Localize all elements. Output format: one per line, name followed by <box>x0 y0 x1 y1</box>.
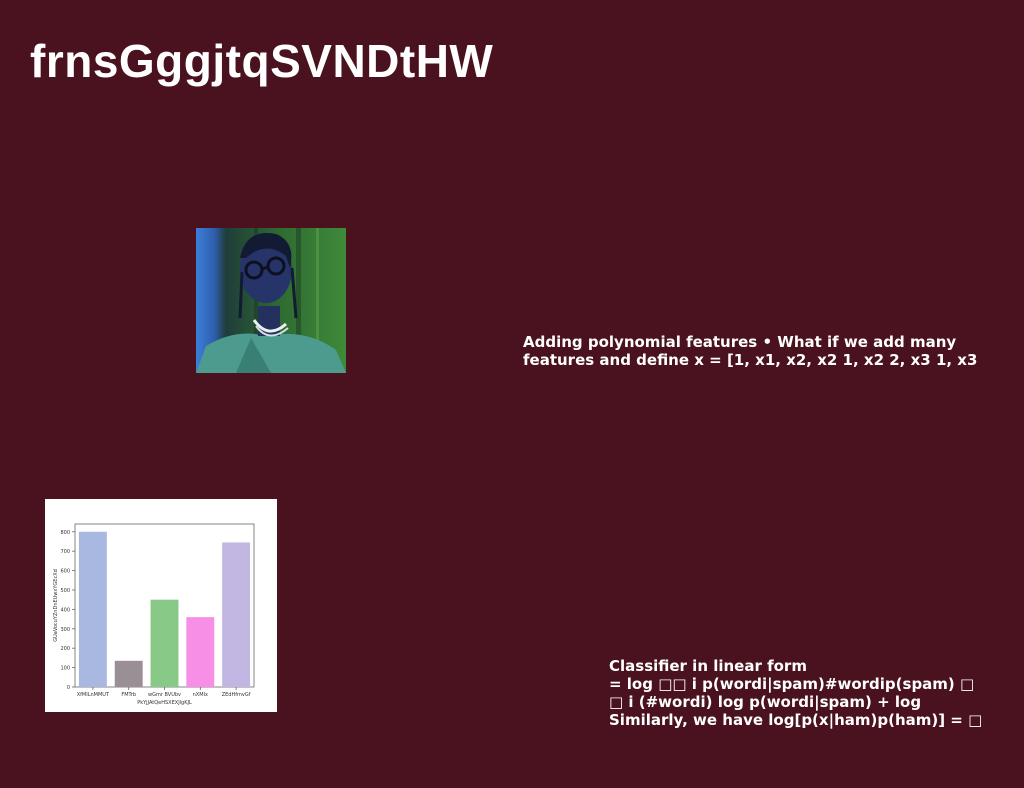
text-block-classifier: Classifier in linear form = log □□ i p(w… <box>609 657 982 729</box>
bar <box>186 617 215 687</box>
x-tick-label: FMTrb <box>121 692 136 698</box>
y-tick-label: 100 <box>60 666 70 672</box>
y-axis-label: GUaVocuYZnDnEUwxYGEcXd <box>53 569 59 642</box>
text-line: features and define x = [1, x1, x2, x2 1… <box>523 351 978 369</box>
y-tick-label: 400 <box>60 607 70 613</box>
x-tick-label: XfMILnMMUT <box>77 692 110 698</box>
bar <box>78 531 107 687</box>
x-tick-label: ZEdHfmvGf <box>222 692 251 698</box>
bar <box>114 660 143 687</box>
x-axis-label: PkYjJAtQeHSXEXJlgKJL <box>137 700 192 706</box>
bar-chart: 0 100 200 300 400 500 600 700 800 XfMILnMMUT FMTrb… <box>45 499 277 712</box>
bar <box>150 599 179 687</box>
y-tick-label: 500 <box>60 588 70 594</box>
x-tick-label: nXMIx <box>193 692 208 698</box>
x-tick-label: wGmr BVUbv <box>148 692 181 698</box>
slide-title: frnsGggjtqSVNDtHW <box>30 35 494 87</box>
portrait-photo <box>196 228 346 373</box>
y-tick-label: 200 <box>60 646 70 652</box>
text-line: = log □□ i p(wordi|spam)#wordip(spam) □ <box>609 675 975 693</box>
y-tick-label: 300 <box>60 627 70 633</box>
y-tick-label: 800 <box>60 530 70 536</box>
y-tick-label: 700 <box>60 549 70 555</box>
text-line: □ i (#wordi) log p(wordi|spam) + log <box>609 693 922 711</box>
text-line: Adding polynomial features • What if we … <box>523 333 957 351</box>
y-tick-label: 0 <box>67 685 70 691</box>
text-line: Classifier in linear form <box>609 657 807 675</box>
text-line: Similarly, we have log[p(x|ham)p(ham)] =… <box>609 711 983 729</box>
text-block-polynomial: Adding polynomial features • What if we … <box>523 333 977 369</box>
y-tick-label: 600 <box>60 569 70 575</box>
bar <box>222 542 251 687</box>
